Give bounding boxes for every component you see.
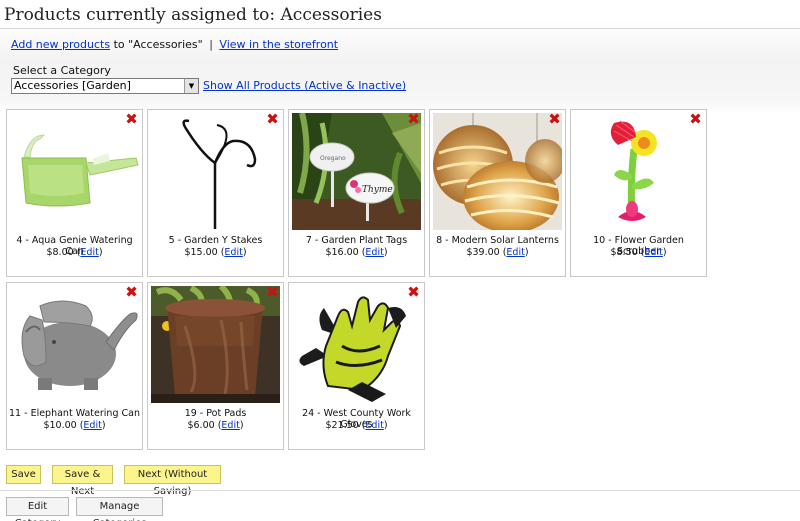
delete-icon[interactable]: ✖ bbox=[689, 112, 702, 127]
product-price: $39.00 bbox=[466, 247, 500, 258]
add-new-products-link[interactable]: Add new products bbox=[11, 38, 110, 51]
save-button[interactable]: Save bbox=[6, 465, 41, 484]
delete-icon[interactable]: ✖ bbox=[125, 112, 138, 127]
edit-product-link[interactable]: Edit bbox=[365, 420, 383, 431]
product-price: $16.00 bbox=[325, 247, 359, 258]
product-tile: Oregano Thyme ✖ 7 - Garden Plant Tags $1… bbox=[288, 109, 425, 277]
product-tile: ✖ 8 - Modern Solar Lanterns $39.00 (Edit… bbox=[429, 109, 566, 277]
edit-product-link[interactable]: Edit bbox=[365, 247, 383, 258]
tag-text-thyme: Thyme bbox=[362, 185, 393, 195]
product-name: 5 - Garden Y Stakes bbox=[168, 235, 263, 246]
category-selected-value: Accessories [Garden] bbox=[14, 79, 131, 92]
manage-categories-button[interactable]: Manage Categories bbox=[76, 497, 163, 521]
product-name: 8 - Modern Solar Lanterns bbox=[436, 235, 559, 246]
product-price-line: $21.50 (Edit) bbox=[325, 420, 388, 431]
edit-product-link[interactable]: Edit bbox=[224, 247, 242, 258]
to-category-text: to "Accessories" bbox=[110, 38, 203, 51]
garden-stake-image[interactable] bbox=[151, 113, 280, 230]
product-price: $15.00 bbox=[184, 247, 218, 258]
delete-icon[interactable]: ✖ bbox=[266, 112, 279, 127]
category-select[interactable]: Accessories [Garden] ▼ bbox=[11, 78, 199, 94]
tag-text-oregano: Oregano bbox=[320, 155, 346, 162]
product-price-line: $8.50 (Edit) bbox=[610, 247, 667, 258]
category-label: Select a Category bbox=[13, 64, 111, 77]
edit-product-link[interactable]: Edit bbox=[221, 420, 239, 431]
product-price: $8.00 bbox=[46, 247, 74, 258]
lanterns-image[interactable] bbox=[433, 113, 562, 230]
edit-category-button[interactable]: Edit Category bbox=[6, 497, 69, 521]
product-price: $21.50 bbox=[325, 420, 359, 431]
product-tile: ✖ 11 - Elephant Watering Can $10.00 (Edi… bbox=[6, 282, 143, 450]
link-separator: | bbox=[209, 38, 213, 51]
view-storefront-link[interactable]: View in the storefront bbox=[219, 38, 338, 51]
dropdown-arrow-icon[interactable]: ▼ bbox=[184, 79, 198, 93]
product-tile: ✖ 10 - Flower Garden Scrubber $8.50 (Edi… bbox=[570, 109, 707, 277]
footer-divider bbox=[0, 490, 800, 491]
product-name: 11 - Elephant Watering Can bbox=[9, 408, 140, 419]
edit-product-link[interactable]: Edit bbox=[83, 420, 101, 431]
elephant-can-image[interactable] bbox=[10, 286, 139, 403]
product-tile: ✖ 4 - Aqua Genie Watering Can $8.00 (Edi… bbox=[6, 109, 143, 277]
gloves-image[interactable] bbox=[292, 286, 421, 403]
product-price-line: $16.00 (Edit) bbox=[325, 247, 388, 258]
product-tile: ✖ 19 - Pot Pads $6.00 (Edit) bbox=[147, 282, 284, 450]
product-price-line: $15.00 (Edit) bbox=[184, 247, 247, 258]
plant-tags-image[interactable]: Oregano Thyme bbox=[292, 113, 421, 230]
edit-product-link[interactable]: Edit bbox=[80, 247, 98, 258]
delete-icon[interactable]: ✖ bbox=[266, 285, 279, 300]
show-all-products-link[interactable]: Show All Products (Active & Inactive) bbox=[203, 79, 406, 92]
delete-icon[interactable]: ✖ bbox=[407, 285, 420, 300]
product-price-line: $39.00 (Edit) bbox=[466, 247, 529, 258]
edit-product-link[interactable]: Edit bbox=[644, 247, 662, 258]
product-price-line: $8.00 (Edit) bbox=[46, 247, 103, 258]
title-divider bbox=[0, 28, 800, 29]
pot-image[interactable] bbox=[151, 286, 280, 403]
top-links: Add new products to "Accessories" | View… bbox=[11, 38, 338, 51]
product-price: $10.00 bbox=[43, 420, 77, 431]
product-price-line: $10.00 (Edit) bbox=[43, 420, 106, 431]
delete-icon[interactable]: ✖ bbox=[407, 112, 420, 127]
delete-icon[interactable]: ✖ bbox=[125, 285, 138, 300]
product-tile: ✖ 5 - Garden Y Stakes $15.00 (Edit) bbox=[147, 109, 284, 277]
product-name: 7 - Garden Plant Tags bbox=[305, 235, 408, 246]
product-tile: ✖ 24 - West County Work Gloves $21.50 (E… bbox=[288, 282, 425, 450]
save-next-button[interactable]: Save & Next bbox=[52, 465, 113, 497]
next-without-saving-button[interactable]: Next (Without Saving) bbox=[124, 465, 221, 497]
edit-product-link[interactable]: Edit bbox=[506, 247, 524, 258]
watering-can-image[interactable] bbox=[10, 113, 139, 230]
product-price-line: $6.00 (Edit) bbox=[187, 420, 244, 431]
delete-icon[interactable]: ✖ bbox=[548, 112, 561, 127]
product-price: $8.50 bbox=[610, 247, 638, 258]
page-title: Products currently assigned to: Accessor… bbox=[4, 5, 382, 25]
flower-scrubber-image[interactable] bbox=[574, 113, 703, 230]
product-price: $6.00 bbox=[187, 420, 215, 431]
product-name: 19 - Pot Pads bbox=[184, 408, 247, 419]
